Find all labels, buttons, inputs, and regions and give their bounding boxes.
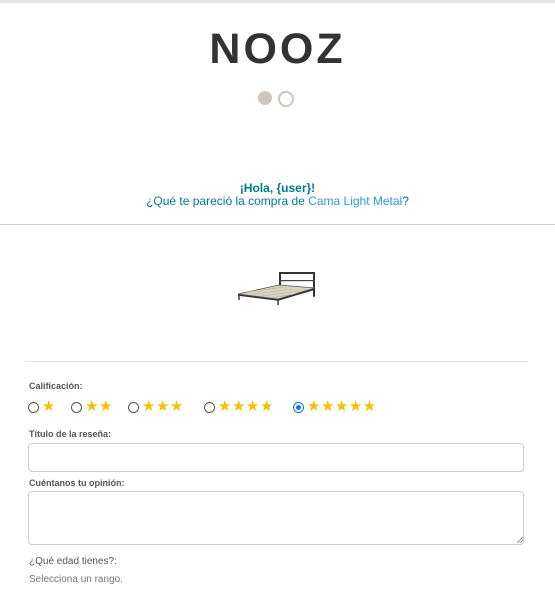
star-icon: ★★★★★ xyxy=(307,398,377,415)
greeting-heading: ¡Hola, {user}! xyxy=(239,181,316,195)
opinion-textarea[interactable] xyxy=(28,491,524,545)
review-title-input[interactable] xyxy=(28,443,524,472)
filled-dot-icon xyxy=(258,91,272,105)
rating-radio-4[interactable] xyxy=(204,402,215,413)
nooz-logo: NOOZ xyxy=(209,25,346,73)
rating-radio-1[interactable] xyxy=(28,402,39,413)
review-title-label: Título de la reseña: xyxy=(29,429,112,439)
header-divider xyxy=(0,224,555,225)
form-divider xyxy=(25,361,528,362)
star-icon: ★★★ xyxy=(142,398,184,415)
opinion-label: Cuéntanos tu opinión: xyxy=(29,478,125,488)
top-border xyxy=(0,0,555,3)
star-icon: ★ xyxy=(42,398,56,415)
purchase-question: ¿Qué te pareció la compra de Cama Light … xyxy=(0,194,555,208)
product-link[interactable]: Cama Light Metal xyxy=(308,194,402,208)
nooz-dots-logo-icon xyxy=(258,90,298,108)
rating-radio-3[interactable] xyxy=(128,402,139,413)
age-label: ¿Qué edad tienes?: xyxy=(29,556,117,567)
question-prefix: ¿Qué te pareció la compra de xyxy=(146,194,309,208)
metal-bed-frame-image xyxy=(237,272,316,305)
rating-radio-2[interactable] xyxy=(71,402,82,413)
star-icon: ★★ xyxy=(85,398,113,415)
age-range-select[interactable]: Selecciona un rango. xyxy=(29,574,123,585)
star-icon: ★★★★ xyxy=(218,398,274,415)
rating-label: Calificación: xyxy=(29,381,83,391)
rating-radio-5[interactable] xyxy=(293,402,304,413)
ring-dot-icon xyxy=(278,91,294,107)
question-suffix: ? xyxy=(402,194,409,208)
resize-grip-icon[interactable] xyxy=(517,537,523,543)
